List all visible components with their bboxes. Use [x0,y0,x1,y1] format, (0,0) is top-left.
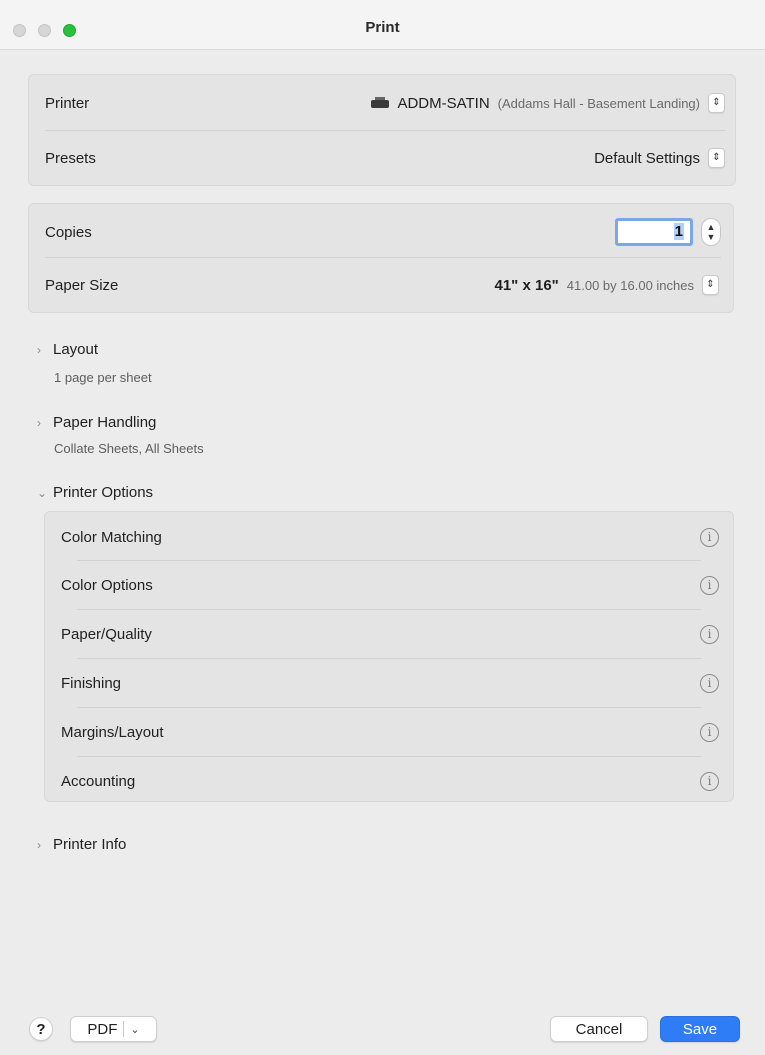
copies-stepper[interactable]: ▲ ▼ [701,218,721,246]
info-icon[interactable]: i [700,575,719,595]
pdf-menu-button[interactable]: PDF ⌄ [70,1016,157,1042]
printer-options-group: Color Matching i Color Options i Paper/Q… [44,511,734,802]
option-row[interactable]: Finishing i [61,658,719,708]
paper-handling-title: Paper Handling [53,414,157,431]
option-row[interactable]: Color Matching i [61,512,719,562]
title-bar: Print [0,0,765,50]
divider [123,1021,125,1037]
option-row[interactable]: Margins/Layout i [61,707,719,757]
chevron-right-icon: › [37,342,41,357]
divider [45,130,725,131]
option-label: Paper/Quality [61,625,152,643]
info-icon[interactable]: i [700,624,719,644]
presets-popup[interactable]: Default Settings ⇕ [594,148,725,168]
copies-label: Copies [45,223,92,241]
option-row[interactable]: Paper/Quality i [61,609,719,659]
copies-field[interactable]: 1 [615,218,693,246]
printer-options-disclosure[interactable]: ⌄ Printer Options [37,484,153,501]
option-row[interactable]: Accounting i [61,756,719,806]
printer-group: Printer ADDM-SATIN (Addams Hall - Baseme… [28,74,736,186]
pdf-label: PDF [87,1020,118,1038]
option-label: Color Options [61,576,153,594]
printer-icon [371,97,390,109]
option-label: Accounting [61,772,136,790]
option-label: Finishing [61,674,122,692]
printer-info-title: Printer Info [53,836,127,853]
layout-title: Layout [53,341,99,358]
chevron-up-icon[interactable]: ▲ [707,222,716,232]
info-icon[interactable]: i [700,673,719,693]
option-label: Margins/Layout [61,723,164,741]
printer-label: Printer [45,94,90,112]
chevron-right-icon: › [37,415,41,430]
paper-handling-disclosure[interactable]: › Paper Handling [37,414,156,431]
layout-subtitle: 1 page per sheet [54,370,152,385]
paper-handling-subtitle: Collate Sheets, All Sheets [54,441,204,456]
updown-chevron-icon[interactable]: ⇕ [708,148,725,168]
info-icon[interactable]: i [700,771,719,791]
save-button[interactable]: Save [660,1016,740,1042]
printer-popup[interactable]: ADDM-SATIN (Addams Hall - Basement Landi… [371,93,725,113]
copies-value: 1 [673,223,684,240]
paper-size-popup[interactable]: 41" x 16" 41.00 by 16.00 inches ⇕ [494,275,719,295]
chevron-down-icon: ⌄ [37,485,48,500]
copies-row: Copies 1 ▲ ▼ [45,207,721,257]
presets-row: Presets Default Settings ⇕ [45,133,725,183]
copies-control: 1 ▲ ▼ [615,218,721,246]
paper-size-value: 41" x 16" [494,276,559,294]
paper-size-label: Paper Size [45,276,119,294]
option-row[interactable]: Color Options i [61,560,719,610]
layout-disclosure[interactable]: › Layout [37,341,98,358]
printer-location: (Addams Hall - Basement Landing) [497,95,700,111]
print-dialog: Print Printer ADDM-SATIN (Addams Hall - … [0,0,765,1055]
presets-value: Default Settings [594,149,700,167]
copies-group: Copies 1 ▲ ▼ Paper Size 41" x 16" 41.00 … [28,203,734,313]
divider [45,257,721,258]
paper-size-detail: 41.00 by 16.00 inches [566,277,694,293]
paper-size-row: Paper Size 41" x 16" 41.00 by 16.00 inch… [45,260,719,310]
help-button[interactable]: ? [29,1017,53,1041]
window-title: Print [365,19,400,36]
chevron-down-icon[interactable]: ▼ [707,232,716,242]
printer-name: ADDM-SATIN [397,94,490,112]
info-icon[interactable]: i [700,722,719,742]
updown-chevron-icon[interactable]: ⇕ [708,93,725,113]
printer-options-title: Printer Options [53,484,154,501]
printer-info-disclosure[interactable]: › Printer Info [37,836,126,853]
option-label: Color Matching [61,528,162,546]
presets-label: Presets [45,149,96,167]
updown-chevron-icon[interactable]: ⇕ [702,275,719,295]
chevron-right-icon: › [37,837,41,852]
cancel-button[interactable]: Cancel [550,1016,648,1042]
chevron-down-icon: ⌄ [130,1023,140,1036]
info-icon[interactable]: i [700,527,719,547]
printer-row: Printer ADDM-SATIN (Addams Hall - Baseme… [45,78,725,128]
